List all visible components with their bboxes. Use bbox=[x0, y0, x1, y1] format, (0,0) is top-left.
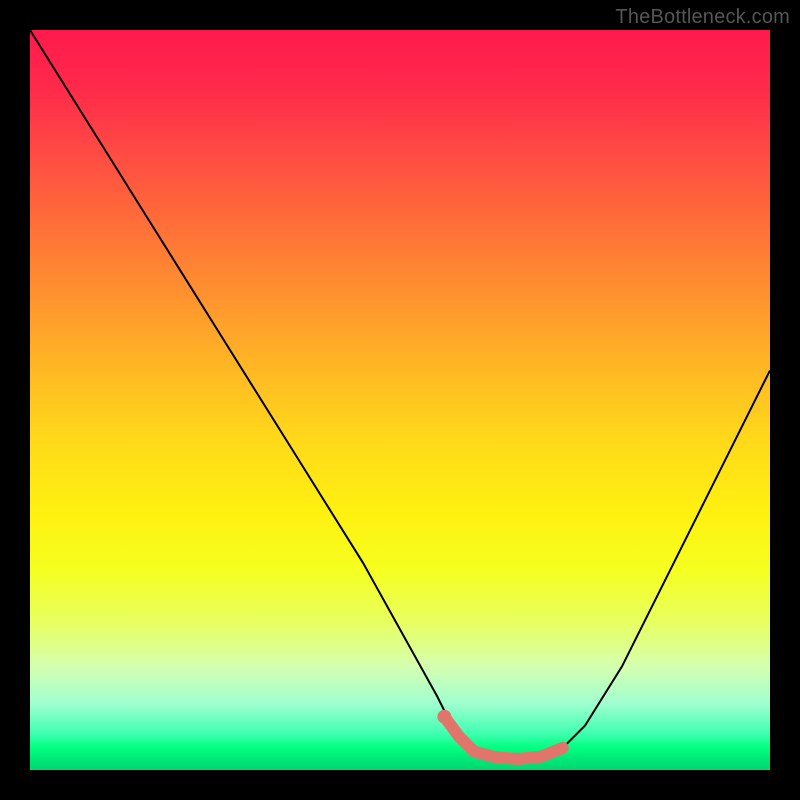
watermark-text: TheBottleneck.com bbox=[615, 6, 790, 29]
optimal-range-highlight bbox=[444, 717, 562, 759]
chart-svg bbox=[30, 30, 770, 770]
chart-plot-area bbox=[30, 30, 770, 770]
optimal-range-start-dot bbox=[437, 710, 451, 724]
bottleneck-curve-line bbox=[30, 30, 770, 759]
